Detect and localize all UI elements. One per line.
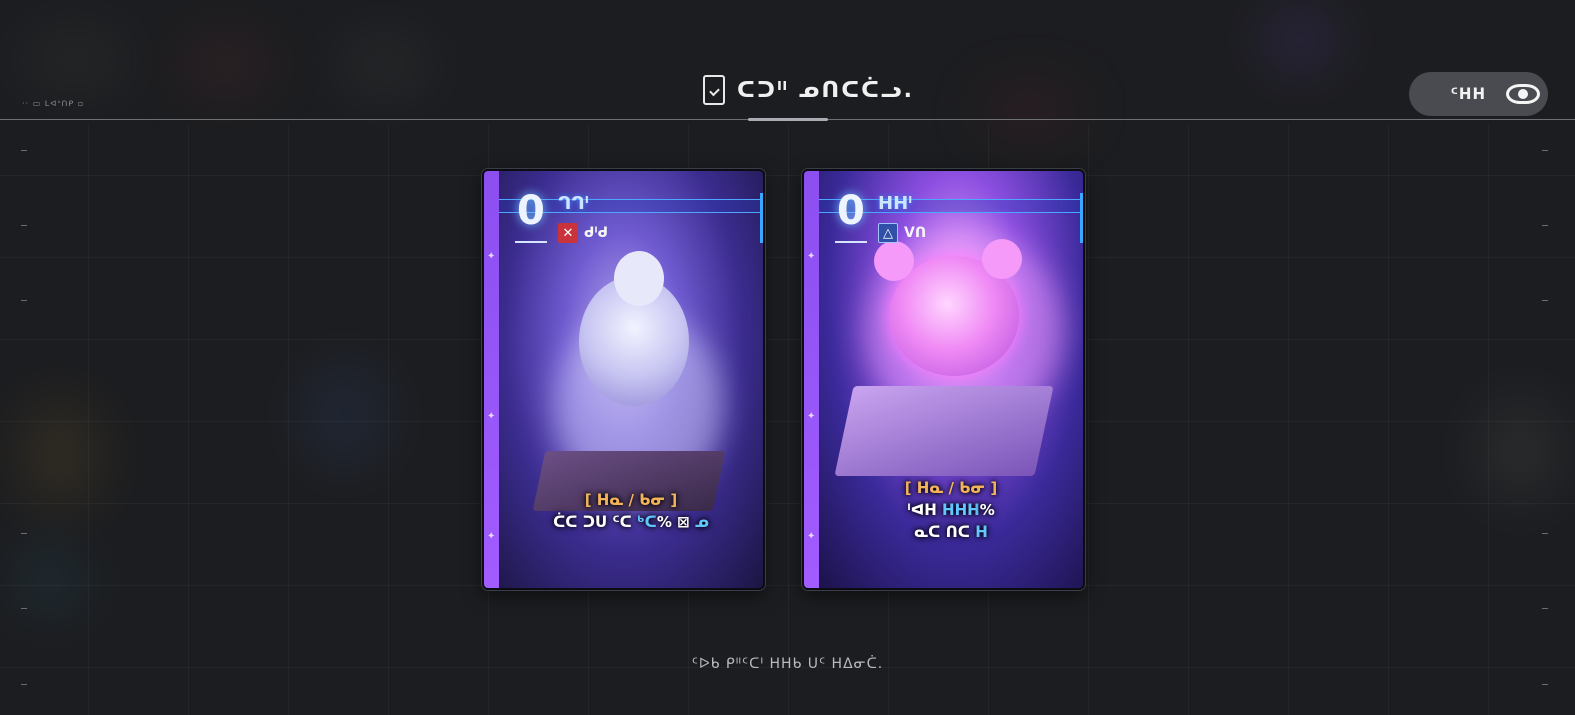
page-title: ᑕᑐᐦ ᓄᑎᑕᑖᓗ. [703, 75, 914, 105]
card-type: △ ᐯᑎ [878, 223, 926, 243]
frame-tick [21, 300, 27, 301]
box-x-icon: ⊠ [677, 513, 690, 531]
card-type-label: ᑯᑊᑯ [584, 225, 609, 241]
card-cost-underline [515, 241, 547, 243]
view-toggle-button[interactable]: ᑦᕼᕼ [1409, 72, 1548, 116]
card-keyword: [ ᕼᓇ / ᑲᓂ ] [904, 479, 998, 497]
page-title-text: ᑕᑐᐦ ᓄᑎᑕᑖᓗ. [737, 77, 914, 103]
card-effect-line: ᑊᐊᕼ ᕼᕼᕼ% [819, 501, 1083, 519]
frame-tick [1542, 225, 1548, 226]
background-blur [180, 40, 270, 90]
frame-tick [1542, 533, 1548, 534]
card-effect-text: ᑖᑕ ᑐᑌ ᑦᑕ [553, 513, 632, 531]
card-type: ✕ ᑯᑊᑯ [558, 223, 608, 243]
footer-hint: ᑦᐅᑲ ᑭᐦᑦᑕᑊ ᕼᕼᑲ ᑌᑦ ᕼᐃᓂᑖ. [691, 656, 884, 672]
triangle-circle-icon: △ [878, 223, 898, 243]
card-name: ᒉᒉᑊ [558, 193, 589, 214]
eye-icon [1506, 84, 1540, 104]
card-effect-value: ᕼ [975, 523, 988, 541]
card-type-label: ᐯᑎ [904, 225, 927, 241]
background-blur [20, 30, 130, 90]
card-effect-text: ᓇᑕ ᑎᑕ [914, 523, 971, 541]
card-edge-glow [1080, 193, 1083, 243]
card-option-2[interactable]: ✦ ✦ ✦ 0 ᕼᕼᑊ △ ᐯᑎ [ ᕼᓇ / ᑲᓂ ] ᑊᐊᕼ ᕼᕼᕼ% ᓇᑕ ᑎ… [802, 169, 1085, 590]
frame-tick [1542, 150, 1548, 151]
header-divider-accent [748, 118, 828, 121]
corner-tag: ·· ▭ ᒪᐊᐡᑎᑭ ▫ [22, 99, 85, 108]
background-blur [340, 40, 430, 90]
card-side-strip: ✦ ✦ ✦ [804, 171, 819, 588]
frame-tick [1542, 608, 1548, 609]
view-toggle-label: ᑦᕼᕼ [1450, 85, 1486, 103]
frame-tick [21, 225, 27, 226]
card-effect-unit: % [979, 501, 995, 519]
card-side-strip: ✦ ✦ ✦ [484, 171, 499, 588]
card-effect-unit: % [656, 513, 672, 531]
card-cost-underline [835, 241, 867, 243]
card-art-bubble-ear [982, 239, 1022, 279]
card-effect-extra: ᓄ [694, 513, 709, 531]
crossed-swords-icon: ✕ [558, 223, 578, 243]
card-effect-value: ᕼᕼᕼ [942, 501, 980, 519]
card-name: ᕼᕼᑊ [878, 193, 913, 214]
card-keyword: [ ᕼᓇ / ᑲᓂ ] [584, 491, 678, 509]
card-check-icon [703, 75, 725, 105]
card-cost: 0 [517, 188, 545, 234]
card-option-1[interactable]: ✦ ✦ ✦ 0 ᒉᒉᑊ ✕ ᑯᑊᑯ [ ᕼᓇ / ᑲᓂ ] ᑖᑕ ᑐᑌ ᑦᑕ ᒃᑕ%… [482, 169, 765, 590]
frame-tick [21, 533, 27, 534]
frame-tick [1542, 684, 1548, 685]
card-effect-line: ᑖᑕ ᑐᑌ ᑦᑕ ᒃᑕ% ⊠ ᓄ [499, 513, 763, 531]
card-art-wolf-head [614, 251, 664, 306]
frame-tick [21, 608, 27, 609]
frame-tick [21, 150, 27, 151]
card-art-book [834, 386, 1054, 476]
card-effect-value: ᒃᑕ [637, 513, 657, 531]
card-cost: 0 [837, 188, 865, 234]
frame-tick [21, 684, 27, 685]
background-blur [1260, 10, 1340, 70]
background-blur [980, 90, 1080, 130]
card-effect-text: ᑊᐊᕼ [907, 501, 937, 519]
card-effect-line-2: ᓇᑕ ᑎᑕ ᕼ [819, 523, 1083, 541]
background-grid [0, 125, 1575, 715]
frame-tick [1542, 300, 1548, 301]
card-description: [ ᕼᓇ / ᑲᓂ ] ᑖᑕ ᑐᑌ ᑦᑕ ᒃᑕ% ⊠ ᓄ [499, 491, 763, 531]
card-description: [ ᕼᓇ / ᑲᓂ ] ᑊᐊᕼ ᕼᕼᕼ% ᓇᑕ ᑎᑕ ᕼ [819, 479, 1083, 541]
card-art-bubble-ear [874, 241, 914, 281]
card-edge-glow [760, 193, 763, 243]
